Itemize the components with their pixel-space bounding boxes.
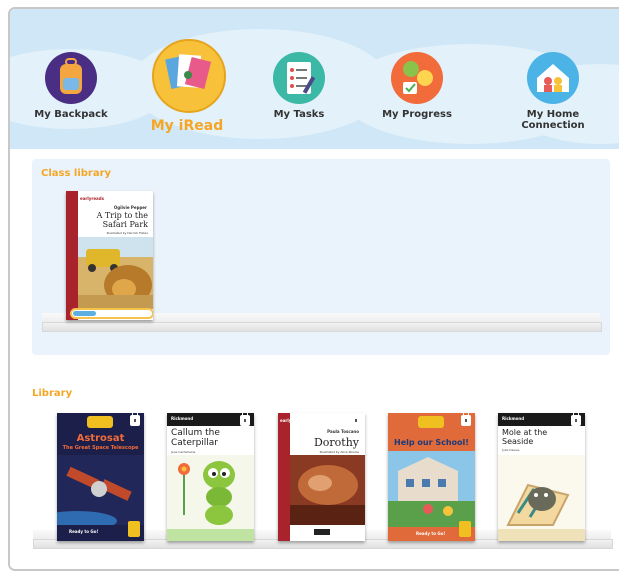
class-library-panel: Class library earlyreads Ogilvie Pepper …	[32, 159, 610, 355]
level-badge	[459, 521, 471, 537]
book-series: earlyreads	[80, 196, 104, 201]
reading-progress-fill	[73, 311, 96, 316]
nav-my-iread[interactable]: My iRead	[143, 9, 231, 149]
progress-icon	[391, 52, 443, 104]
dorothy-illustration	[290, 455, 365, 525]
book-spine	[278, 413, 290, 541]
lock-icon	[461, 413, 471, 426]
publisher-logo	[314, 529, 330, 535]
main-content: Class library earlyreads Ogilvie Pepper …	[10, 149, 619, 569]
book-title: Astrosat	[76, 433, 125, 444]
top-navigation: My Backpack My iRead My Tasks My Progres…	[10, 9, 619, 149]
nav-label: My Tasks	[273, 109, 325, 120]
safari-illustration	[78, 237, 153, 309]
book-author: Paula Toscano	[327, 429, 359, 434]
bookshelf-edge	[42, 322, 602, 332]
class-library-title: Class library	[41, 168, 112, 179]
school-illustration	[388, 451, 475, 527]
book-subtitle: The Great Space Telescope	[62, 445, 139, 451]
book-title: Help our School!	[394, 438, 469, 447]
lock-icon	[351, 413, 361, 426]
book-title: Dorothy	[313, 436, 359, 449]
level-badge	[128, 521, 140, 537]
nav-my-progress[interactable]: My Progress	[378, 9, 456, 149]
book-illustrator: Illustrated by Alice Rourke	[319, 450, 359, 454]
ready-badge-text: Ready to Go!	[69, 529, 99, 534]
lock-icon	[571, 413, 581, 426]
book-author: Julie Davies	[502, 448, 520, 452]
home-icon	[527, 52, 579, 104]
reading-progress-bar	[70, 308, 153, 319]
book-cover-mole[interactable]: Rickmond Mole at the Seaside Julie Davie…	[498, 413, 585, 541]
book-cover-dorothy[interactable]: earlyreads Paula Toscano Dorothy Illustr…	[278, 413, 365, 541]
nav-my-tasks[interactable]: My Tasks	[265, 9, 333, 149]
lock-icon	[130, 413, 140, 426]
book-publisher: Rickmond	[502, 416, 525, 421]
app-frame: My Backpack My iRead My Tasks My Progres…	[8, 7, 619, 571]
book-illustrator: Illustrated by Derrick Fisher	[106, 231, 148, 235]
book-cover-safari[interactable]: earlyreads Ogilvie Pepper A Trip to the …	[66, 191, 153, 320]
nav-label: My Progress	[382, 109, 452, 120]
book-publisher: Rickmond	[171, 416, 194, 421]
mole-illustration	[498, 455, 585, 541]
caterpillar-illustration	[167, 455, 254, 541]
book-cover-callum[interactable]: Rickmond Callum the Caterpillar Jane Can…	[167, 413, 254, 541]
library-title: Library	[32, 388, 73, 399]
book-cover-astrosat[interactable]: Astrosat The Great Space Telescope Ready…	[57, 413, 144, 541]
book-title: A Trip to the Safari Park	[96, 211, 148, 229]
book-title: Mole at the Seaside	[502, 428, 548, 446]
book-spine	[66, 191, 78, 320]
nav-my-home-connection[interactable]: My Home Connection	[497, 9, 609, 149]
nav-label: My Home Connection	[521, 109, 585, 131]
checklist-icon	[273, 52, 325, 104]
ready-to-go-logo	[87, 416, 113, 428]
ready-badge-text: Ready to Go!	[416, 531, 446, 536]
nav-label: My Backpack	[34, 109, 108, 120]
books-icon	[152, 39, 226, 113]
book-series: earlyreads	[280, 418, 304, 423]
book-author: Jane Cantellaine	[171, 450, 196, 454]
book-title: Callum the Caterpillar	[171, 428, 220, 448]
book-cover-help-our-school[interactable]: Help our School! Ready to Go!	[388, 413, 475, 541]
book-author: Ogilvie Pepper	[113, 205, 147, 210]
backpack-icon	[45, 52, 97, 104]
telescope-illustration	[57, 455, 144, 525]
nav-label-active: My iRead	[150, 118, 224, 134]
ready-to-go-logo	[418, 416, 444, 428]
lock-icon	[240, 413, 250, 426]
nav-my-backpack[interactable]: My Backpack	[32, 9, 110, 149]
